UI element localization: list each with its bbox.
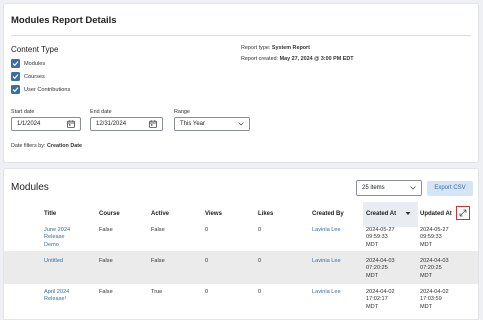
checkbox-label-user-contributions: User Contributions [24,87,71,93]
row-updated-at: 2024-04-02 17:03:59 MDT [420,289,449,310]
start-date-input[interactable]: 1/1/2024 [11,117,81,131]
report-created-value: May 27, 2024 @ 3:00 PM EDT [279,56,354,62]
range-select[interactable]: This Year [174,117,250,131]
details-title: Modules Report Details [11,15,117,26]
column-header-created-at[interactable]: Created At [366,211,396,217]
items-per-page-value: 25 items [362,185,385,191]
calendar-icon[interactable] [67,120,75,128]
report-created-label: Report created: [241,56,279,62]
column-header-updated-at[interactable]: Updated At [420,211,452,217]
divider [11,35,471,36]
check-icon [12,61,19,67]
row-views: 0 [205,227,209,233]
column-header-title[interactable]: Title [44,211,56,217]
row-likes: 0 [258,227,262,233]
row-active: True [151,289,163,295]
row-created-at: 2024-04-02 17:02:17 MDT [366,289,395,310]
row-title[interactable]: Untitled [44,258,63,265]
checkbox-modules[interactable] [11,59,20,68]
content-type-heading: Content Type [11,45,59,54]
row-active: False [151,258,165,264]
report-type: Report type: System Report [241,45,310,51]
start-date-label: Start date [11,109,35,115]
chevron-down-icon [238,122,244,126]
report-created: Report created: May 27, 2024 @ 3:00 PM E… [241,56,354,62]
chevron-down-icon [410,186,416,190]
row-created-by[interactable]: Lavinia Lee [312,289,341,296]
row-course: False [99,258,113,264]
end-date-value: 12/31/2024 [96,121,127,127]
check-icon [12,87,19,93]
row-updated-at: 2024-04-03 07:20:25 MDT [420,258,449,279]
checkbox-label-modules: Modules [24,61,46,67]
caret-down-icon[interactable] [405,211,411,216]
row-views: 0 [205,289,209,295]
end-date-label: End date [90,109,112,115]
row-created-at: 2024-05-27 09:59:33 MDT [366,227,395,248]
row-title[interactable]: April 2024 Release! [44,289,69,304]
row-likes: 0 [258,258,262,264]
checkbox-user-contributions[interactable] [11,85,20,94]
date-filters-value: Creation Date [46,143,83,149]
expand-table-button[interactable] [456,206,470,220]
export-csv-button[interactable]: Export CSV [427,181,473,196]
check-icon [12,74,19,80]
expand-icon [459,209,467,217]
row-active: False [151,227,165,233]
start-date-value: 1/1/2024 [17,121,41,127]
row-created-by[interactable]: Lavinia Lee [312,227,341,234]
date-filters-text: Date filters by: Creation Date [11,143,82,149]
end-date-input[interactable]: 12/31/2024 [90,117,163,131]
row-updated-at: 2024-05-27 09:59:33 MDT [420,227,449,248]
row-title[interactable]: June 2024 Release Demo [44,227,70,249]
modules-title: Modules [11,182,49,193]
checkbox-label-courses: Courses [24,74,45,80]
items-per-page-select[interactable]: 25 items [356,180,422,196]
range-value: This Year [180,121,206,127]
column-header-views[interactable]: Views [205,211,222,217]
row-views: 0 [205,258,209,264]
row-created-by[interactable]: Lavinia Lee [312,258,341,265]
row-course: False [99,289,113,295]
checkbox-courses[interactable] [11,72,20,81]
row-created-at: 2024-04-03 07:20:25 MDT [366,258,395,279]
table-row-highlight [4,251,478,284]
column-header-likes[interactable]: Likes [258,211,273,217]
modules-card: Modules 25 items Export CSV Title Course… [3,168,479,320]
row-likes: 0 [258,289,262,295]
report-type-label: Report type: [241,45,271,51]
row-course: False [99,227,113,233]
calendar-icon[interactable] [149,120,157,128]
range-label: Range [174,109,190,115]
column-header-course[interactable]: Course [99,211,120,217]
report-details-card: Modules Report Details Content Type Modu… [3,3,479,163]
date-filters-label: Date filters by: [11,143,46,149]
report-type-value: System Report [271,45,310,51]
column-header-active[interactable]: Active [151,211,169,217]
column-header-created-by[interactable]: Created By [312,211,344,217]
